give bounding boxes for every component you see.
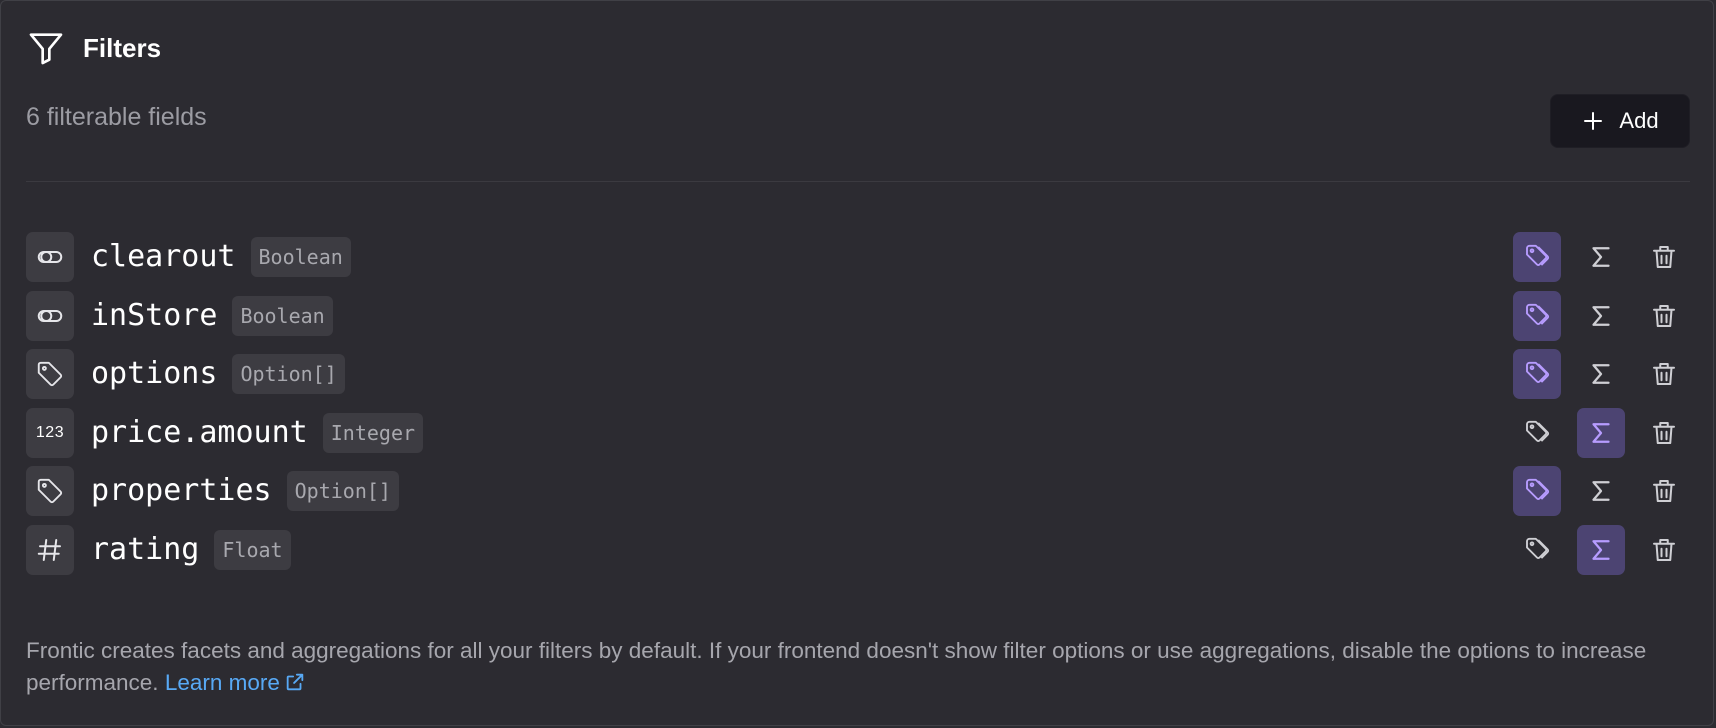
- field-row: 123 price.amount Integer: [26, 407, 1690, 458]
- footer-note: Frontic creates facets and aggregations …: [26, 635, 1696, 699]
- sigma-icon: [1592, 539, 1610, 560]
- trash-icon: [1653, 363, 1675, 385]
- field-name: rating: [91, 531, 200, 567]
- trash-icon: [1653, 246, 1675, 268]
- tag-icon: [26, 466, 74, 516]
- field-type-badge: Float: [214, 529, 291, 570]
- facet-toggle-button[interactable]: [1513, 525, 1561, 575]
- field-name: inStore: [91, 297, 218, 333]
- hash-icon: [26, 524, 74, 575]
- field-type-badge: Boolean: [232, 295, 333, 336]
- field-row: properties Option[]: [26, 466, 1690, 516]
- delete-button[interactable]: [1640, 525, 1688, 575]
- delete-button[interactable]: [1640, 408, 1688, 458]
- plus-icon: [1584, 112, 1603, 130]
- sigma-icon: [1592, 422, 1610, 443]
- facet-toggle-button[interactable]: [1513, 349, 1561, 399]
- sigma-icon: [1592, 481, 1610, 501]
- trash-icon: [1653, 421, 1675, 444]
- field-type-badge: Integer: [322, 412, 424, 453]
- field-count: 6 filterable fields: [26, 103, 207, 131]
- field-row: inStore Boolean: [26, 290, 1690, 341]
- learn-more-label: Learn more: [164, 670, 280, 695]
- delete-button[interactable]: [1640, 349, 1688, 399]
- external-link-icon: [286, 673, 304, 691]
- field-name: clearout: [91, 239, 236, 274]
- delete-button[interactable]: [1640, 466, 1688, 516]
- panel-title: Filters: [83, 32, 162, 63]
- field-name: price.amount: [91, 414, 308, 450]
- tags-icon: [1526, 361, 1550, 383]
- learn-more-link[interactable]: Learn more: [165, 670, 306, 695]
- trash-icon: [1653, 304, 1675, 327]
- aggregation-toggle-button[interactable]: [1577, 524, 1625, 575]
- field-name: options: [91, 356, 218, 391]
- facet-toggle-button[interactable]: [1513, 408, 1561, 458]
- tags-icon: [1526, 478, 1550, 500]
- field-row: options Option[]: [26, 349, 1690, 399]
- filter-icon: [29, 33, 63, 65]
- field-row: rating Float: [26, 524, 1690, 575]
- aggregation-toggle-button[interactable]: [1577, 466, 1625, 516]
- sigma-icon: [1592, 247, 1610, 267]
- tag-icon: [26, 349, 74, 399]
- number-type-icon: 123: [26, 407, 74, 458]
- field-type-badge: Boolean: [250, 237, 351, 277]
- sigma-icon: [1592, 364, 1610, 384]
- panel-header: Filters: [26, 28, 161, 68]
- field-type-badge: Option[]: [232, 354, 345, 394]
- trash-icon: [1653, 480, 1675, 502]
- tags-icon: [1526, 303, 1550, 325]
- filters-panel: Filters 6 filterable fields Add clearout…: [0, 0, 1714, 726]
- trash-icon: [1653, 538, 1675, 561]
- aggregation-toggle-button[interactable]: [1577, 407, 1625, 458]
- add-button[interactable]: Add: [1550, 94, 1690, 148]
- aggregation-toggle-button[interactable]: [1577, 349, 1625, 399]
- toggle-icon: [26, 232, 74, 282]
- number-type-label: 123: [35, 423, 65, 441]
- field-row: clearout Boolean: [26, 232, 1690, 282]
- facet-toggle-button[interactable]: [1513, 290, 1561, 341]
- facet-toggle-button[interactable]: [1513, 232, 1561, 282]
- delete-button[interactable]: [1640, 291, 1688, 341]
- facet-toggle-button[interactable]: [1513, 466, 1561, 516]
- add-button-label: Add: [1619, 108, 1659, 133]
- tags-icon: [1526, 420, 1550, 442]
- delete-button[interactable]: [1640, 232, 1688, 282]
- aggregation-toggle-button[interactable]: [1577, 291, 1625, 341]
- toggle-icon: [26, 290, 74, 341]
- divider: [26, 181, 1690, 182]
- sigma-icon: [1592, 305, 1610, 326]
- field-type-badge: Option[]: [286, 471, 399, 511]
- field-name: properties: [91, 473, 272, 508]
- tags-icon: [1526, 244, 1550, 266]
- tags-icon: [1526, 537, 1550, 559]
- aggregation-toggle-button[interactable]: [1577, 232, 1625, 282]
